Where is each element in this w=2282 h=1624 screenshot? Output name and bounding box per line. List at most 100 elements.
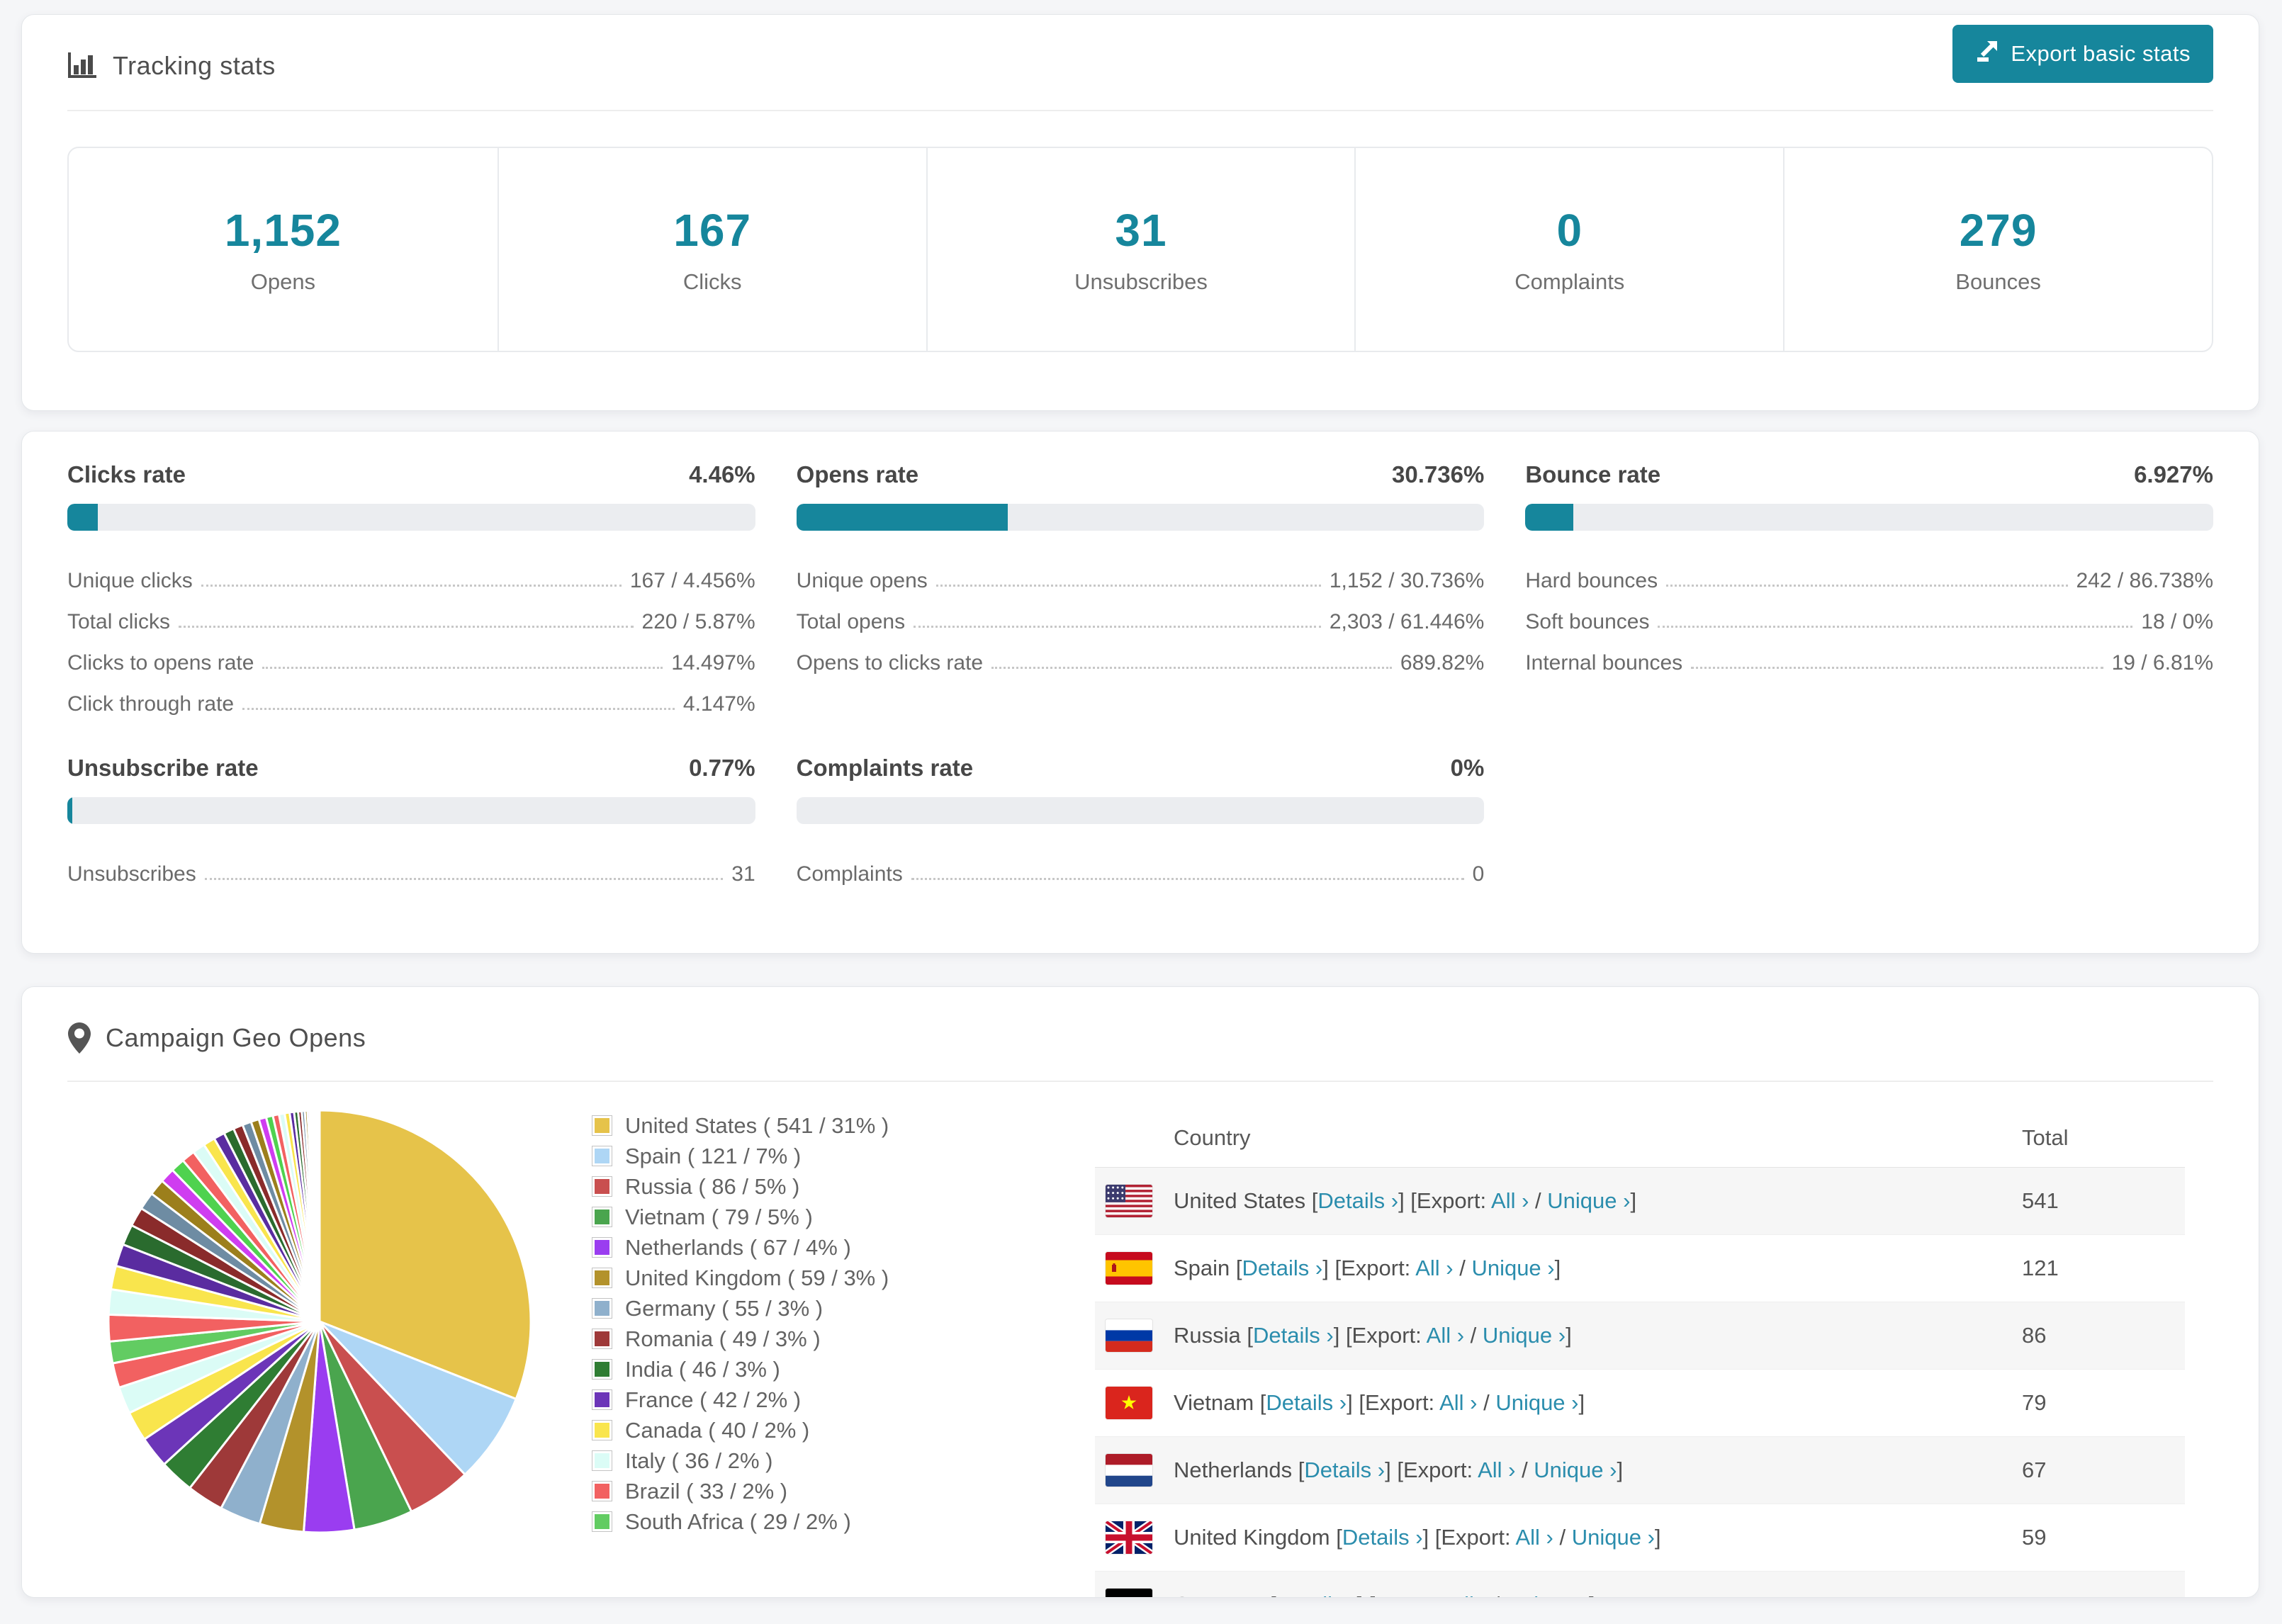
legend-swatch bbox=[592, 1146, 612, 1166]
export-unique-link[interactable]: Unique › bbox=[1471, 1256, 1554, 1280]
detail-label: Soft bounces bbox=[1525, 610, 1650, 633]
detail-value: 0 bbox=[1472, 862, 1485, 886]
export-unique-link[interactable]: Unique › bbox=[1572, 1525, 1655, 1550]
geo-opens-card: Campaign Geo Opens United States ( 541 /… bbox=[21, 986, 2259, 1598]
stat-complaints: 0 Complaints bbox=[1354, 148, 1783, 351]
total-value: 59 bbox=[2022, 1525, 2047, 1550]
details-link[interactable]: Details › bbox=[1253, 1323, 1334, 1348]
details-link[interactable]: Details › bbox=[1342, 1525, 1423, 1550]
rate-head: Bounce rate 6.927% bbox=[1525, 461, 2213, 488]
country-name: Germany bbox=[1174, 1592, 1264, 1597]
export-unique-link[interactable]: Unique › bbox=[1506, 1592, 1589, 1597]
detail-value: 31 bbox=[731, 862, 755, 886]
details-link[interactable]: Details › bbox=[1266, 1390, 1347, 1415]
export-all-link[interactable]: All › bbox=[1439, 1390, 1477, 1415]
pie-chart-wrap bbox=[67, 1095, 592, 1597]
country-name: United States bbox=[1174, 1188, 1306, 1213]
dotted-leader bbox=[179, 626, 634, 628]
legend-item: South Africa ( 29 / 2% ) bbox=[592, 1506, 989, 1537]
export-all-link[interactable]: All › bbox=[1515, 1525, 1553, 1550]
legend-label: Canada ( 40 / 2% ) bbox=[625, 1417, 810, 1443]
legend-item: India ( 46 / 3% ) bbox=[592, 1354, 989, 1385]
legend-item: Brazil ( 33 / 2% ) bbox=[592, 1476, 989, 1506]
stat-unsubscribes: 31 Unsubscribes bbox=[926, 148, 1355, 351]
progress-bar bbox=[796, 797, 1485, 824]
stats-summary: 1,152 Opens 167 Clicks 31 Unsubscribes 0 Co… bbox=[67, 147, 2213, 352]
rate-block-bounce-rate: Bounce rate 6.927% Hard bounces 242 / 86… bbox=[1525, 461, 2213, 716]
detail-row: Total clicks 220 / 5.87% bbox=[67, 593, 755, 634]
rate-title: Complaints rate bbox=[796, 755, 974, 781]
stat-value: 31 bbox=[1115, 205, 1167, 256]
geo-header-divider bbox=[67, 1081, 2213, 1082]
dotted-leader bbox=[1658, 626, 2133, 628]
detail-label: Click through rate bbox=[67, 692, 235, 716]
export-unique-link[interactable]: Unique › bbox=[1483, 1323, 1566, 1348]
rate-block-opens-rate: Opens rate 30.736% Unique opens 1,152 / … bbox=[796, 461, 1485, 716]
detail-row: Hard bounces 242 / 86.738% bbox=[1525, 552, 2213, 593]
rate-rows: Unique clicks 167 / 4.456% Total clicks … bbox=[67, 552, 755, 716]
detail-value: 167 / 4.456% bbox=[629, 569, 755, 592]
stat-label: Complaints bbox=[1514, 269, 1625, 294]
progress-bar bbox=[67, 504, 755, 531]
country-cell: Germany [Details ›] [Export: All › / Uni… bbox=[1174, 1592, 2022, 1597]
legend-swatch bbox=[592, 1359, 612, 1380]
export-all-link[interactable]: All › bbox=[1449, 1592, 1487, 1597]
total-value: 79 bbox=[2022, 1390, 2047, 1415]
geo-opens-table: Country Total United States [Details ›] … bbox=[1095, 1109, 2185, 1597]
export-unique-link[interactable]: Unique › bbox=[1547, 1188, 1630, 1213]
rate-block-clicks-rate: Clicks rate 4.46% Unique clicks 167 / 4.… bbox=[67, 461, 755, 716]
country-name: Spain bbox=[1174, 1256, 1230, 1280]
details-link[interactable]: Details › bbox=[1242, 1256, 1323, 1280]
details-link[interactable]: Details › bbox=[1276, 1592, 1357, 1597]
detail-row: Unique opens 1,152 / 30.736% bbox=[797, 552, 1485, 593]
export-basic-stats-button[interactable]: Export basic stats bbox=[1952, 25, 2213, 83]
tracking-stats-header: Tracking stats Export basic stats bbox=[67, 15, 2213, 89]
detail-label: Clicks to opens rate bbox=[67, 651, 254, 675]
legend-item: Spain ( 121 / 7% ) bbox=[592, 1141, 989, 1171]
dotted-leader bbox=[204, 878, 724, 880]
detail-value: 2,303 / 61.446% bbox=[1329, 610, 1485, 633]
legend-swatch bbox=[592, 1237, 612, 1258]
detail-row: Soft bounces 18 / 0% bbox=[1525, 593, 2213, 634]
export-all-link[interactable]: All › bbox=[1478, 1457, 1515, 1482]
details-link[interactable]: Details › bbox=[1317, 1188, 1398, 1213]
details-link[interactable]: Details › bbox=[1304, 1457, 1385, 1482]
legend-swatch bbox=[592, 1329, 612, 1349]
export-all-link[interactable]: All › bbox=[1427, 1323, 1464, 1348]
map-pin-icon bbox=[67, 1022, 91, 1054]
legend-swatch bbox=[592, 1450, 612, 1471]
tracking-stats-card: Tracking stats Export basic stats 1,152 … bbox=[21, 14, 2259, 411]
export-all-link[interactable]: All › bbox=[1491, 1188, 1529, 1213]
geo-opens-header: Campaign Geo Opens bbox=[67, 987, 2213, 1061]
table-row-us: United States [Details ›] [Export: All ›… bbox=[1095, 1168, 2185, 1235]
rate-head: Clicks rate 4.46% bbox=[67, 461, 755, 488]
legend-swatch bbox=[592, 1389, 612, 1410]
geo-opens-title: Campaign Geo Opens bbox=[106, 1023, 366, 1052]
detail-label: Total clicks bbox=[67, 610, 171, 633]
total-value: 67 bbox=[2022, 1457, 2047, 1482]
legend-label: Spain ( 121 / 7% ) bbox=[625, 1143, 802, 1168]
legend-label: Netherlands ( 67 / 4% ) bbox=[625, 1234, 851, 1260]
detail-value: 18 / 0% bbox=[2141, 610, 2213, 633]
total-value: 541 bbox=[2022, 1188, 2059, 1213]
stat-label: Unsubscribes bbox=[1074, 269, 1208, 294]
export-unique-link[interactable]: Unique › bbox=[1534, 1457, 1617, 1482]
stat-bounces: 279 Bounces bbox=[1783, 148, 2212, 351]
country-column-header: Country bbox=[1174, 1125, 1251, 1150]
progress-bar-fill bbox=[796, 504, 1008, 531]
legend-swatch bbox=[592, 1115, 612, 1136]
country-name: Russia bbox=[1174, 1323, 1241, 1348]
detail-value: 1,152 / 30.736% bbox=[1329, 569, 1485, 592]
legend-label: India ( 46 / 3% ) bbox=[625, 1356, 780, 1382]
detail-value: 19 / 6.81% bbox=[2111, 651, 2213, 675]
country-cell: United Kingdom [Details ›] [Export: All … bbox=[1174, 1525, 1661, 1550]
legend-item: Germany ( 55 / 3% ) bbox=[592, 1293, 989, 1324]
legend-label: Romania ( 49 / 3% ) bbox=[625, 1326, 821, 1351]
rates-row-1: Clicks rate 4.46% Unique clicks 167 / 4.… bbox=[67, 432, 2213, 716]
export-all-link[interactable]: All › bbox=[1415, 1256, 1453, 1280]
export-unique-link[interactable]: Unique › bbox=[1495, 1390, 1578, 1415]
header-divider bbox=[67, 110, 2213, 111]
export-icon bbox=[1975, 39, 1999, 69]
legend-label: Italy ( 36 / 2% ) bbox=[625, 1448, 773, 1473]
stat-value: 167 bbox=[673, 205, 752, 256]
